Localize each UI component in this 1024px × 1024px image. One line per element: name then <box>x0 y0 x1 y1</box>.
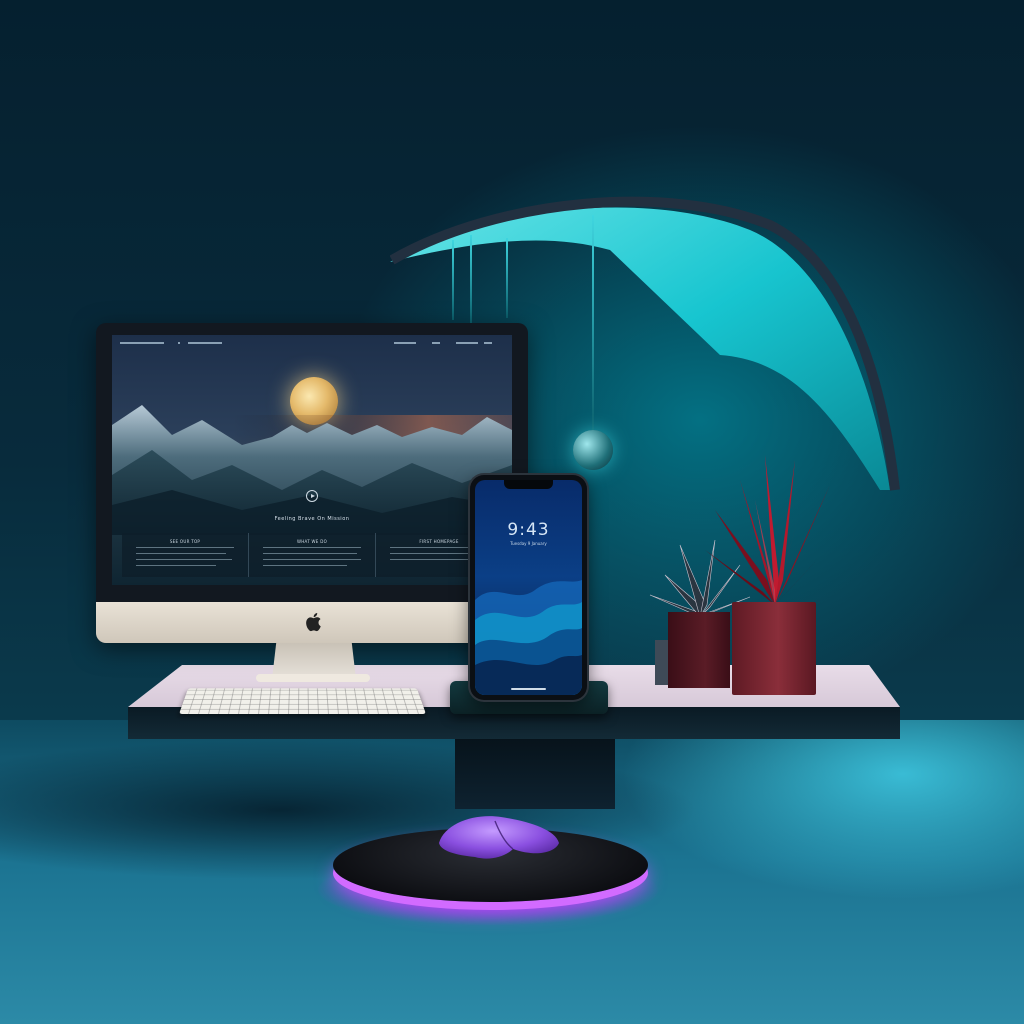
nav-link[interactable] <box>188 342 222 344</box>
feature-column: WHAT WE DO <box>249 533 376 577</box>
feature-column-title: SEE OUR TOP <box>169 539 201 544</box>
play-icon[interactable] <box>306 490 318 502</box>
mountain-range <box>112 405 512 535</box>
nav-dot <box>178 342 180 344</box>
lamp-wire <box>470 235 472 325</box>
text-line <box>136 547 234 548</box>
keyboard <box>179 688 426 714</box>
website-nav <box>112 335 512 351</box>
phone-home-indicator[interactable] <box>511 688 546 690</box>
text-line <box>263 547 361 548</box>
text-line <box>136 553 226 554</box>
lamp-wire <box>506 238 508 318</box>
nav-link[interactable] <box>484 342 492 344</box>
phone-notch <box>504 480 553 489</box>
desk-leg <box>455 739 615 809</box>
large-plant-pot <box>732 602 816 695</box>
feature-column-title: WHAT WE DO <box>296 539 328 544</box>
mouse <box>439 816 559 859</box>
phone-wallpaper-waves <box>475 580 582 695</box>
scene: Feeling Brave On Mission SEE OUR TOP WHA… <box>0 0 1024 1024</box>
text-line <box>263 553 357 554</box>
phone-screen: 9:43 Tuesday 9 January <box>475 480 582 695</box>
bromeliad-plant <box>705 455 840 605</box>
nav-link[interactable] <box>394 342 416 344</box>
phone-time: 9:43 <box>507 520 550 540</box>
feature-column: SEE OUR TOP <box>122 533 249 577</box>
text-line <box>136 559 232 560</box>
text-line <box>263 565 347 566</box>
text-line <box>136 565 216 566</box>
feature-columns: SEE OUR TOP WHAT WE DO FIRST HOMEPAGE <box>122 533 502 577</box>
lamp-wire <box>452 240 454 320</box>
apple-logo-icon <box>306 613 321 632</box>
nav-logo <box>120 342 164 344</box>
small-plant-pot <box>668 612 730 688</box>
nav-link[interactable] <box>456 342 478 344</box>
monitor-stand-base <box>256 674 370 682</box>
lamp-bulb <box>573 430 613 470</box>
phone-date: Tuesday 9 January <box>510 541 547 546</box>
lamp-wire <box>592 215 594 433</box>
nav-link[interactable] <box>432 342 440 344</box>
hero-caption: Feeling Brave On Mission <box>274 516 350 522</box>
text-line <box>263 559 361 560</box>
text-line <box>390 553 480 554</box>
monitor-screen: Feeling Brave On Mission SEE OUR TOP WHA… <box>112 335 512 585</box>
small-box <box>655 640 669 685</box>
